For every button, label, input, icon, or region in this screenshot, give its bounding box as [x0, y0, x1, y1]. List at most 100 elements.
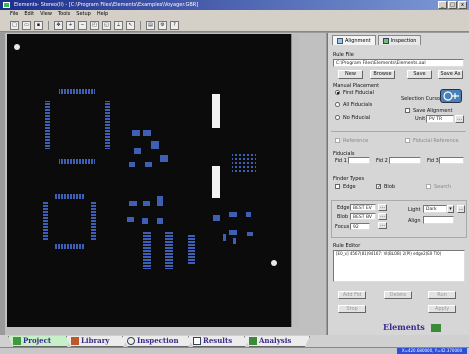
right-panel: Alignment Inspection Rule File C:\Progra…: [327, 33, 469, 335]
minimize-button[interactable]: _: [438, 1, 447, 9]
component-pads: [143, 201, 150, 206]
save-alignment-label: Save Alignment: [413, 108, 453, 114]
zoom-out-icon[interactable]: −: [78, 20, 87, 30]
maximize-button[interactable]: □: [448, 1, 457, 9]
canvas-vertical-scrollbar[interactable]: [291, 34, 299, 327]
component-pads: [143, 231, 151, 269]
fid-3-field[interactable]: [439, 157, 464, 164]
component-pads: [229, 212, 237, 217]
menu-help[interactable]: Help: [97, 10, 108, 19]
app-icon: [3, 2, 10, 8]
chevron-down-icon[interactable]: ▾: [447, 205, 454, 213]
menu-view[interactable]: View: [40, 10, 52, 19]
toolbar-separator: [48, 20, 49, 30]
stop-button[interactable]: Stop: [338, 305, 366, 313]
blob-setting-label: Blob: [337, 214, 349, 220]
light-button[interactable]: …: [457, 205, 465, 213]
open-icon[interactable]: ▭: [22, 20, 31, 30]
results-icon: [193, 337, 201, 345]
delete-button[interactable]: Delete: [384, 291, 412, 299]
edge-setting-field[interactable]: BEST EV: [350, 204, 376, 211]
blob-setting-field[interactable]: BEST BV: [350, 213, 376, 220]
radio-no-fiducial[interactable]: [335, 115, 340, 120]
save-icon[interactable]: ▪: [34, 20, 43, 30]
add-fid-button[interactable]: Add Fid: [338, 291, 366, 299]
measure-icon[interactable]: ⟂: [114, 20, 123, 30]
tab-project-label: Project: [23, 336, 52, 345]
component-pads: [157, 218, 163, 224]
menu-edit[interactable]: Edit: [24, 10, 34, 19]
new-icon[interactable]: □: [10, 20, 19, 30]
radio-first-fiducial[interactable]: [335, 90, 340, 95]
save-button[interactable]: Save: [407, 70, 432, 79]
component-pads: [213, 215, 220, 221]
tab-alignment[interactable]: Alignment: [332, 35, 376, 45]
tab-analysis[interactable]: Analysis: [244, 336, 310, 347]
blob-setting-button[interactable]: …: [378, 213, 387, 220]
radio-all-fiducials[interactable]: [335, 102, 340, 107]
tab-results[interactable]: Results: [188, 336, 250, 347]
unit-field[interactable]: PV TR: [426, 115, 454, 123]
search-checkbox[interactable]: [426, 184, 431, 189]
reference-checkbox[interactable]: [335, 138, 340, 143]
window-title: Elements- Stereo(II) - [C:\Program Files…: [14, 2, 199, 8]
edge-setting-button[interactable]: …: [378, 204, 387, 211]
pcb-canvas[interactable]: [7, 34, 291, 327]
panel-tabs: Alignment Inspection: [332, 35, 422, 45]
menu-file[interactable]: File: [10, 10, 18, 19]
rule-file-label: Rule File: [333, 52, 354, 58]
zoom-fit-icon[interactable]: ◰: [90, 20, 99, 30]
fid-1-field[interactable]: [348, 157, 370, 164]
unit-button[interactable]: …: [455, 115, 464, 123]
fid-2-field[interactable]: [389, 157, 421, 164]
pan-icon[interactable]: ✥: [54, 20, 63, 30]
selection-cursor-icon[interactable]: [440, 89, 462, 103]
pcb-drawing: [14, 44, 277, 269]
zoom-window-icon[interactable]: ◱: [102, 20, 111, 30]
component-pads: [105, 101, 110, 149]
status-coordinates: X=420.680000, Y=42.370000: [397, 348, 467, 354]
inspection-icon: [382, 37, 389, 44]
component-pads: [229, 230, 237, 235]
rule-editor-text[interactable]: [E0_v] 4567(81)94167: VI(BLOB) 2(PI) edg…: [333, 250, 465, 282]
component-pads: [129, 201, 137, 206]
fiducial-reference-checkbox[interactable]: [405, 138, 410, 143]
blob-checkbox[interactable]: ✓: [376, 184, 381, 190]
toolbar: □ ▭ ▪ ✥ + − ◰ ◱ ⟂ ↖ ▤ ⚙ ?: [0, 19, 469, 32]
close-button[interactable]: x: [458, 1, 467, 9]
menu-tools[interactable]: Tools: [58, 10, 70, 19]
focus-field[interactable]: 92: [350, 223, 370, 230]
component-body: [212, 94, 220, 128]
bottom-tab-bar: Project Library Inspection Results Analy…: [0, 335, 469, 347]
new-button[interactable]: New: [338, 70, 363, 79]
focus-label: Focus: [335, 224, 350, 230]
apply-button[interactable]: Apply: [428, 305, 456, 313]
settings-icon[interactable]: ⚙: [158, 20, 167, 30]
component-pads: [127, 217, 134, 222]
properties-icon[interactable]: ▤: [146, 20, 155, 30]
tab-library[interactable]: Library: [66, 336, 128, 347]
divider: [331, 131, 466, 132]
zoom-in-icon[interactable]: +: [66, 20, 75, 30]
select-icon[interactable]: ↖: [126, 20, 135, 30]
tab-project[interactable]: Project: [8, 336, 72, 347]
focus-button[interactable]: …: [378, 222, 387, 229]
edge-checkbox-label: Edge: [343, 184, 356, 190]
save-alignment-checkbox[interactable]: [405, 108, 410, 113]
tab-inspection[interactable]: Inspection: [377, 35, 422, 45]
rule-file-path[interactable]: C:\Program Files\Elements\Elements.aal: [333, 59, 464, 67]
align-field[interactable]: [423, 216, 454, 224]
run-button[interactable]: Run: [428, 291, 456, 299]
edge-setting-label: Edge: [337, 205, 350, 211]
light-select[interactable]: Dark: [423, 205, 447, 213]
edge-checkbox[interactable]: [335, 184, 340, 189]
save-as-button[interactable]: Save As: [438, 70, 463, 79]
menu-setup[interactable]: Setup: [76, 10, 91, 19]
fid-1-label: Fid 1: [335, 158, 347, 164]
browse-button[interactable]: Browse: [370, 70, 395, 79]
fiducial-reference-label: Fiducial Reference: [413, 138, 459, 144]
component-pads: [145, 162, 152, 167]
help-icon[interactable]: ?: [170, 20, 179, 30]
brand-icon: [430, 324, 441, 332]
tab-inspection-bottom[interactable]: Inspection: [122, 336, 194, 347]
